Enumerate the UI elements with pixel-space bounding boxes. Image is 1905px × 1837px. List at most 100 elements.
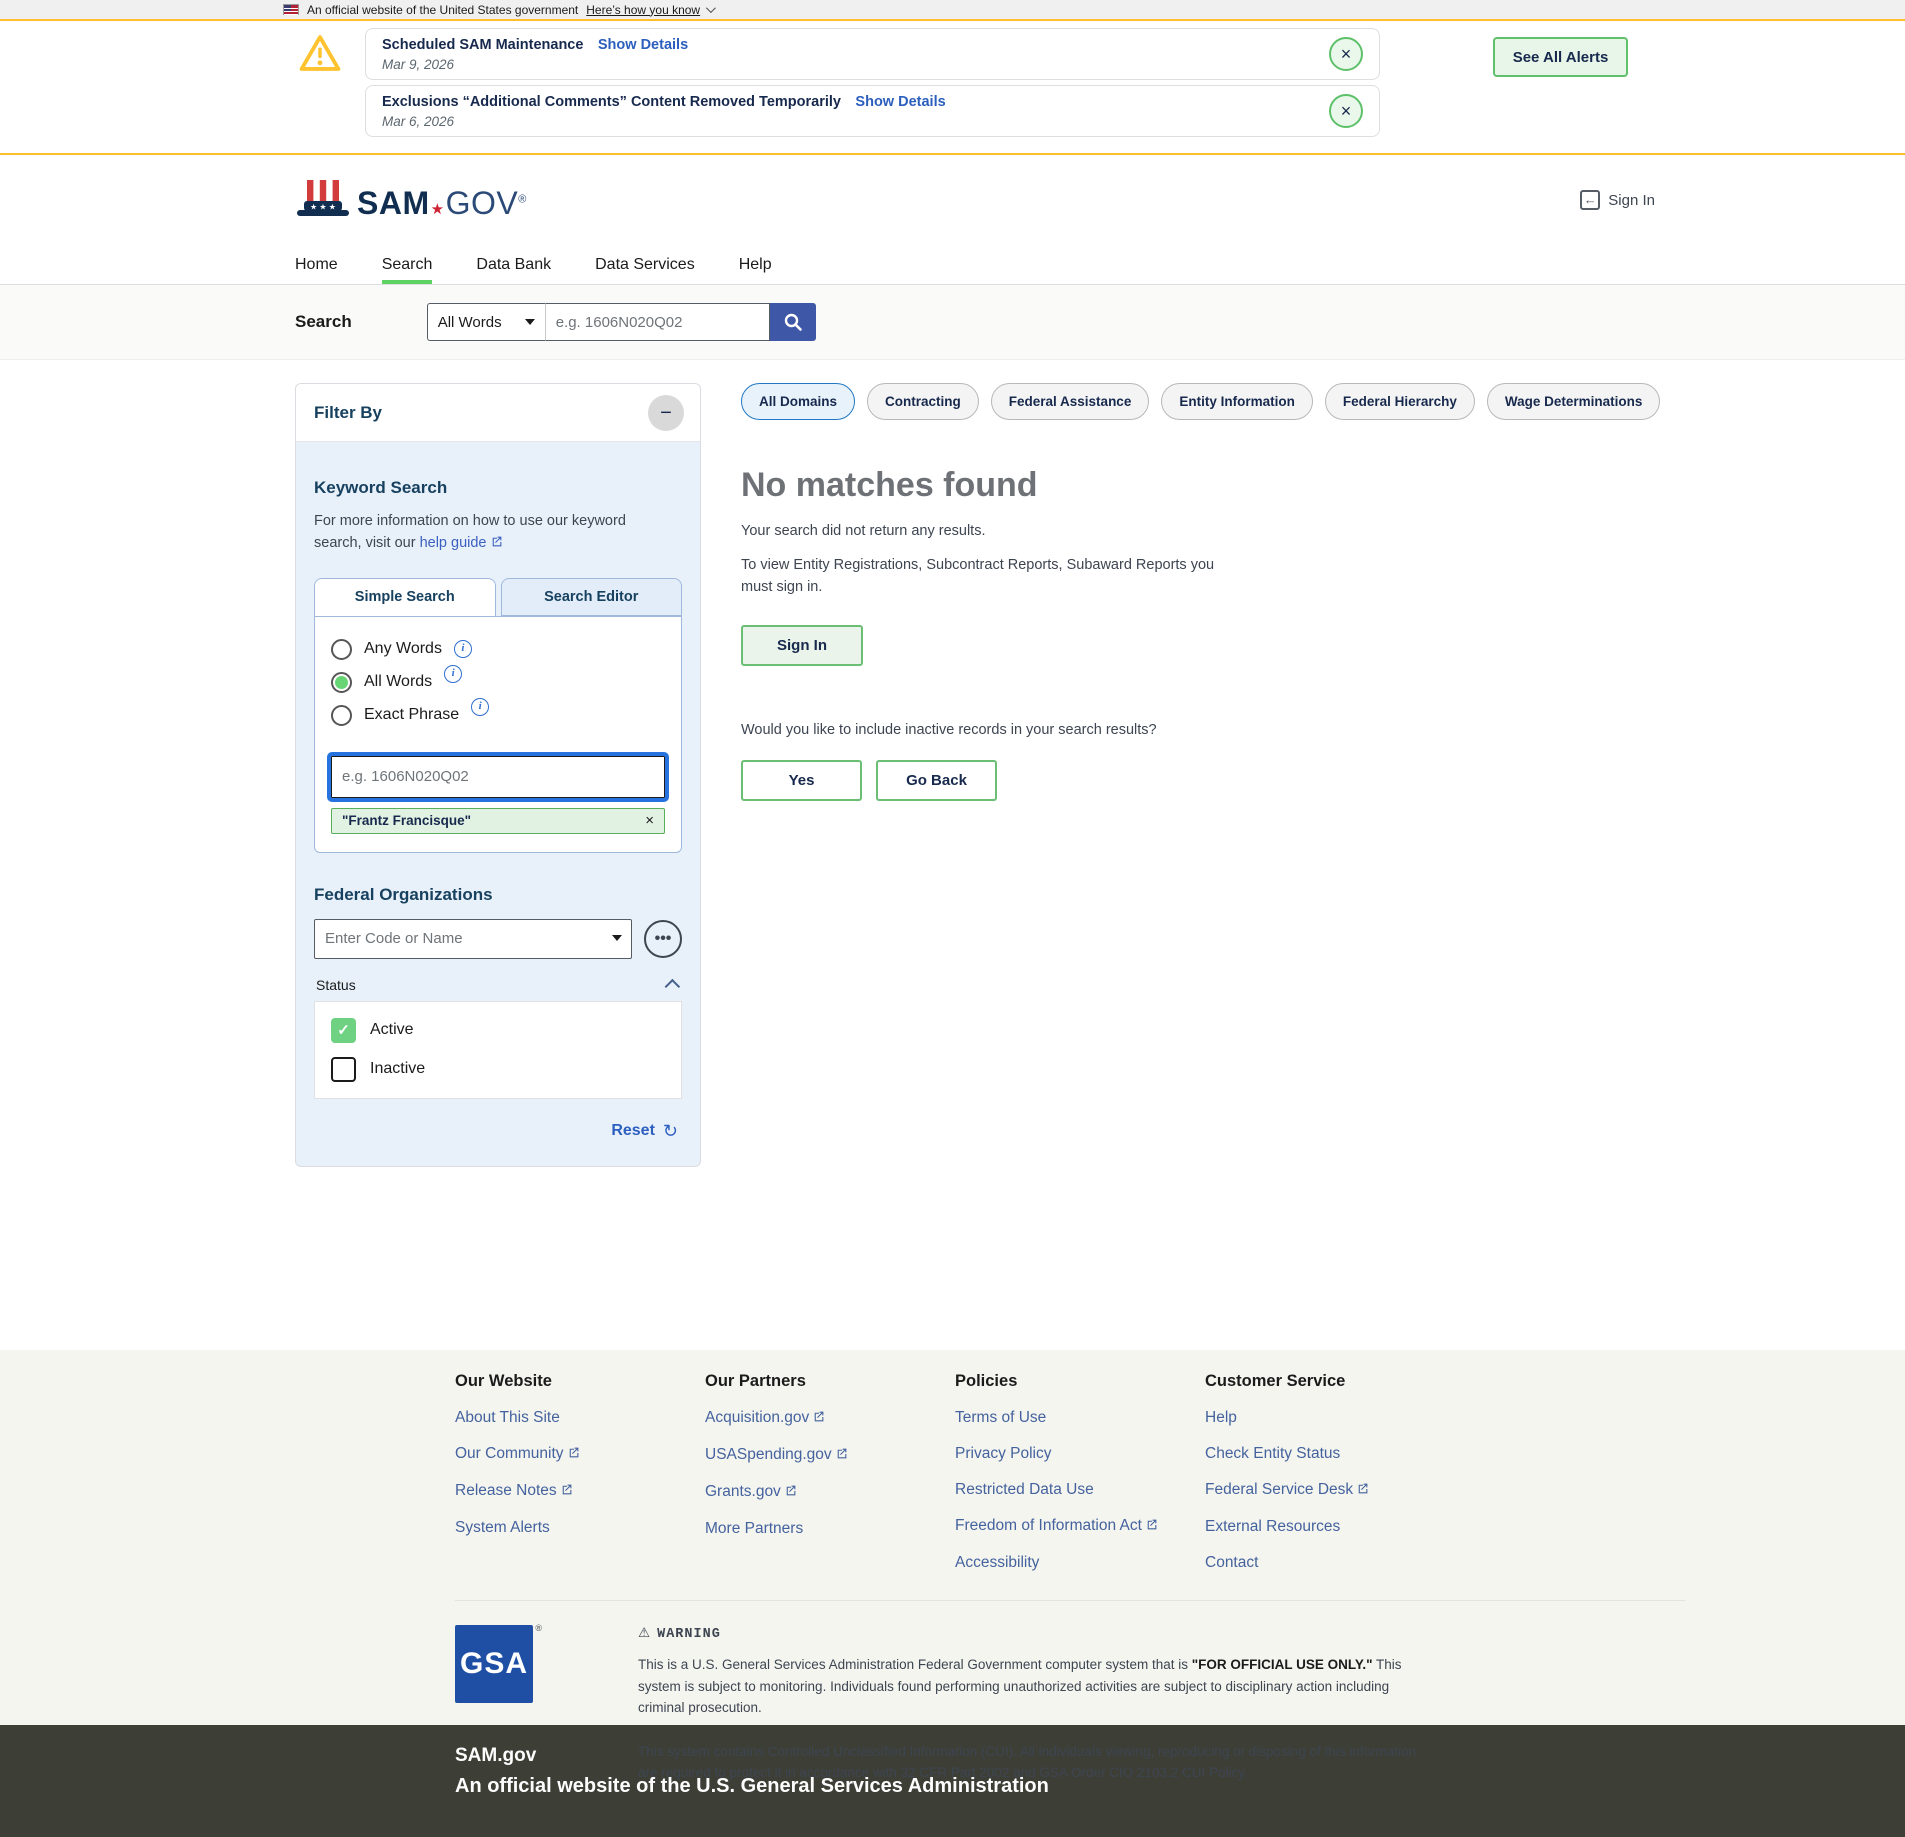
footer-col-heading: Our Website [455,1372,705,1391]
footer-link-terms-of-use[interactable]: Terms of Use [955,1409,1205,1427]
any-words-radio[interactable] [331,639,352,660]
see-all-alerts-button[interactable]: See All Alerts [1493,37,1628,77]
footer-link-our-community[interactable]: Our Community [455,1445,705,1464]
inactive-checkbox[interactable] [331,1057,356,1082]
alert-card-body: Exclusions “Additional Comments” Content… [382,93,946,129]
nav-item-help[interactable]: Help [739,256,772,284]
chip-remove-icon[interactable]: × [645,812,654,829]
yes-button[interactable]: Yes [741,760,862,801]
status-label: Status [316,977,356,993]
footer-link-restricted-data-use[interactable]: Restricted Data Use [955,1481,1205,1499]
reset-row: Reset ↻ [314,1121,682,1142]
help-guide-link[interactable]: help guide [420,535,487,551]
footer-link-usaspending[interactable]: USASpending.gov [705,1446,955,1465]
footer-link-contact[interactable]: Contact [1205,1554,1455,1572]
search-submit-button[interactable] [770,303,816,341]
status-option-inactive[interactable]: Inactive [331,1057,665,1082]
pill-wage-determinations[interactable]: Wage Determinations [1487,383,1661,420]
us-flag-icon [283,4,299,15]
sign-in-button[interactable]: Sign In [741,625,863,666]
alert-title: Exclusions “Additional Comments” Content… [382,94,841,110]
exact-phrase-label: Exact Phrase [364,706,459,724]
footer-col-heading: Customer Service [1205,1372,1455,1391]
footer-link-privacy-policy[interactable]: Privacy Policy [955,1445,1205,1463]
global-search-input[interactable] [545,303,770,341]
external-link-icon [1145,1518,1158,1536]
footer-link-check-entity-status[interactable]: Check Entity Status [1205,1445,1455,1463]
gov-banner: An official website of the United States… [0,0,1905,21]
nav-item-data-services[interactable]: Data Services [595,256,695,284]
close-icon[interactable]: × [1329,37,1363,71]
footer-link-external-resources[interactable]: External Resources [1205,1518,1455,1536]
close-icon[interactable]: × [1329,94,1363,128]
nav-item-home[interactable]: Home [295,256,338,284]
footer-link-help[interactable]: Help [1205,1409,1455,1427]
banner-text: An official website of the United States… [307,3,578,17]
footer-col-heading: Policies [955,1372,1205,1391]
go-back-button[interactable]: Go Back [876,760,997,801]
keyword-tabs: Simple Search Search Editor [314,578,682,616]
federal-org-input[interactable] [314,919,632,959]
tab-search-editor[interactable]: Search Editor [501,578,683,616]
info-icon[interactable]: i [471,698,489,716]
any-words-label: Any Words [364,640,442,658]
footer-link-accessibility[interactable]: Accessibility [955,1554,1205,1572]
external-link-icon [567,1446,580,1464]
exact-phrase-radio[interactable] [331,705,352,726]
footer-link-label: Federal Service Desk [1205,1481,1353,1498]
footer-link-about-this-site[interactable]: About This Site [455,1409,705,1427]
footer-link-label: Grants.gov [705,1483,781,1500]
filter-panel-header: Filter By − [296,384,700,442]
warning-title-text: WARNING [657,1627,721,1642]
external-link-icon [835,1447,848,1465]
alert-row: Exclusions “Additional Comments” Content… [295,85,1380,137]
all-words-radio[interactable] [331,672,352,693]
sam-gov-logo[interactable]: ★ ★ ★ SAM★GOV® [295,178,527,222]
chevron-up-icon[interactable] [665,979,681,995]
sign-in-link[interactable]: ← Sign In [1580,190,1655,210]
footer-link-foia[interactable]: Freedom of Information Act [955,1517,1205,1536]
reset-icon[interactable]: ↻ [663,1121,678,1142]
no-matches-title: No matches found [741,466,1571,505]
footer-link-system-alerts[interactable]: System Alerts [455,1519,705,1537]
search-band: Search All Words [0,285,1905,360]
dropdown-caret-icon[interactable] [612,935,622,941]
pill-federal-assistance[interactable]: Federal Assistance [991,383,1150,420]
banner-how-link[interactable]: Here’s how you know [586,3,700,17]
footer-link-more-partners[interactable]: More Partners [705,1520,955,1538]
keyword-search-input[interactable] [331,756,665,798]
sign-in-label: Sign In [1608,192,1655,209]
nav-item-search[interactable]: Search [382,256,433,284]
alert-show-details-link[interactable]: Show Details [598,37,688,53]
footer-columns: Our Website About This Site Our Communit… [455,1372,1905,1572]
pill-all-domains[interactable]: All Domains [741,383,855,420]
pill-contracting[interactable]: Contracting [867,383,979,420]
footer-link-acquisition[interactable]: Acquisition.gov [705,1409,955,1428]
footer-link-grants[interactable]: Grants.gov [705,1483,955,1502]
status-option-active[interactable]: ✓ Active [331,1018,665,1043]
alert-show-details-link[interactable]: Show Details [855,94,945,110]
federal-organizations-row: ••• [314,919,682,959]
warning-block: ⚠WARNING This is a U.S. General Services… [638,1625,1433,1784]
search-mode-select[interactable]: All Words [427,303,545,341]
collapse-filter-button[interactable]: − [648,395,684,431]
reset-link[interactable]: Reset [611,1122,655,1140]
footer-link-federal-service-desk[interactable]: Federal Service Desk [1205,1481,1455,1500]
logo-registered-mark: ® [518,193,527,205]
chevron-down-icon[interactable] [706,3,716,13]
external-link-icon [490,533,503,555]
ellipsis-icon[interactable]: ••• [644,920,682,958]
info-icon[interactable]: i [444,665,462,683]
warning-heading: ⚠WARNING [638,1625,1433,1642]
footer-link-release-notes[interactable]: Release Notes [455,1482,705,1501]
pill-federal-hierarchy[interactable]: Federal Hierarchy [1325,383,1475,420]
external-link-icon [1356,1482,1369,1500]
warning-p1-bold: "FOR OFFICIAL USE ONLY." [1192,1657,1373,1672]
tab-simple-search[interactable]: Simple Search [314,578,496,616]
info-icon[interactable]: i [454,640,472,658]
footer-link-label: Freedom of Information Act [955,1517,1142,1534]
nav-item-data-bank[interactable]: Data Bank [476,256,551,284]
pill-entity-information[interactable]: Entity Information [1161,383,1313,420]
active-checkbox[interactable]: ✓ [331,1018,356,1043]
logo-sam-text: SAM [357,185,430,221]
